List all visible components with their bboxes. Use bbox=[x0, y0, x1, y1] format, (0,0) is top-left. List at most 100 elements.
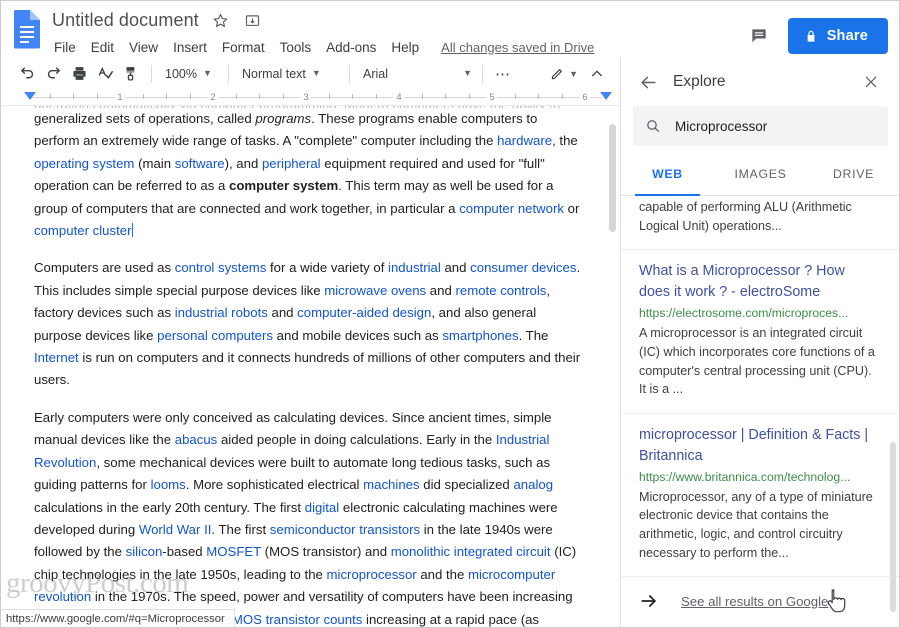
document-link[interactable]: remote controls bbox=[455, 283, 546, 298]
document-link[interactable]: abacus bbox=[175, 432, 218, 447]
document-text: generalized sets of operations, called bbox=[34, 111, 256, 126]
menu-help[interactable]: Help bbox=[384, 38, 427, 57]
menu-view[interactable]: View bbox=[122, 38, 166, 57]
google-docs-window: Untitled document File Edit View Insert … bbox=[0, 0, 900, 628]
document-link[interactable]: personal computers bbox=[157, 328, 273, 343]
document-paragraph[interactable]: Early computers were only conceived as c… bbox=[34, 407, 586, 628]
share-button[interactable]: Share bbox=[787, 18, 888, 54]
search-result-url[interactable]: https://www.britannica.com/technolog... bbox=[639, 468, 878, 486]
explore-results-list[interactable]: https://www.tutorialspoint.com/micro...M… bbox=[621, 196, 900, 628]
hide-menus-button[interactable] bbox=[584, 61, 610, 87]
spellcheck-icon[interactable] bbox=[92, 61, 118, 87]
search-input-value: Microprocessor bbox=[675, 118, 768, 134]
document-link[interactable]: consumer devices bbox=[470, 260, 576, 275]
paragraph-style-dropdown[interactable]: Normal text ▼ bbox=[236, 62, 342, 86]
document-link[interactable]: software bbox=[175, 156, 225, 171]
document-ruler[interactable]: 1 2 3 4 5 6 bbox=[0, 90, 620, 106]
paint-format-icon[interactable] bbox=[118, 61, 144, 87]
document-link[interactable]: World War II bbox=[139, 522, 212, 537]
document-link[interactable]: MOS transistor counts bbox=[232, 612, 362, 627]
document-link[interactable]: smartphones bbox=[442, 328, 518, 343]
tab-web[interactable]: WEB bbox=[621, 152, 714, 196]
document-link[interactable]: industrial bbox=[388, 260, 441, 275]
move-to-folder-icon[interactable] bbox=[243, 10, 263, 30]
menu-addons[interactable]: Add-ons bbox=[319, 38, 384, 57]
document-link[interactable]: Internet bbox=[34, 350, 79, 365]
document-link[interactable]: peripheral bbox=[262, 156, 321, 171]
zoom-value: 100% bbox=[165, 66, 197, 81]
document-pane: 100% ▼ Normal text ▼ Arial ▼ ⋯ ▼ 1 2 3 4… bbox=[0, 58, 620, 628]
document-paragraph[interactable]: generalized sets of operations, called p… bbox=[34, 108, 586, 242]
chevron-down-icon: ▼ bbox=[463, 68, 472, 78]
explore-scrollbar-thumb[interactable] bbox=[890, 442, 896, 612]
right-indent-marker[interactable] bbox=[600, 92, 612, 100]
menu-edit[interactable]: Edit bbox=[84, 38, 122, 57]
docs-logo-icon bbox=[10, 9, 42, 49]
see-all-results-link[interactable]: See all results on Google bbox=[681, 594, 828, 609]
document-link[interactable]: monolithic integrated circuit bbox=[391, 544, 551, 559]
editing-mode-button[interactable]: ▼ bbox=[546, 66, 582, 81]
document-link[interactable]: analog bbox=[513, 477, 553, 492]
menu-file[interactable]: File bbox=[52, 38, 84, 57]
document-link[interactable]: computer network bbox=[459, 201, 564, 216]
search-result-snippet: A microprocessor is an integrated circui… bbox=[639, 326, 875, 397]
document-link[interactable]: microprocessor bbox=[327, 567, 417, 582]
search-result-snippet: Microprocessor is a controlling unit of … bbox=[639, 200, 852, 233]
more-options-button[interactable]: ⋯ bbox=[490, 62, 516, 86]
menu-format[interactable]: Format bbox=[215, 38, 273, 57]
search-input[interactable]: Microprocessor bbox=[633, 106, 888, 146]
document-link[interactable]: hardware bbox=[497, 133, 552, 148]
zoom-dropdown[interactable]: 100% ▼ bbox=[159, 62, 221, 86]
document-text: or bbox=[564, 200, 580, 216]
print-icon[interactable] bbox=[66, 61, 92, 87]
undo-icon[interactable] bbox=[14, 61, 40, 87]
menu-insert[interactable]: Insert bbox=[166, 38, 215, 57]
document-paragraph[interactable]: Computers are used as control systems fo… bbox=[34, 257, 586, 391]
explore-scrollbar[interactable] bbox=[888, 196, 898, 628]
tab-drive[interactable]: DRIVE bbox=[807, 152, 900, 195]
comment-icon[interactable] bbox=[746, 23, 772, 49]
close-icon[interactable] bbox=[858, 69, 884, 95]
page-title[interactable]: Untitled document bbox=[52, 10, 199, 31]
document-link[interactable]: looms bbox=[151, 477, 186, 492]
save-status[interactable]: All changes saved in Drive bbox=[441, 40, 594, 55]
tab-images[interactable]: IMAGES bbox=[714, 152, 807, 195]
document-scrollbar[interactable] bbox=[607, 106, 618, 628]
document-link[interactable]: silicon bbox=[126, 544, 163, 559]
document-link[interactable]: digital bbox=[305, 500, 339, 515]
document-text: ), and bbox=[224, 155, 262, 171]
document-scroll-area[interactable]: operations automatically via computer pr… bbox=[0, 106, 620, 628]
document-link[interactable]: computer cluster bbox=[34, 223, 131, 238]
search-result-url[interactable]: https://electrosome.com/microproces... bbox=[639, 304, 878, 322]
document-body[interactable]: generalized sets of operations, called p… bbox=[34, 108, 586, 628]
document-page[interactable]: operations automatically via computer pr… bbox=[0, 106, 620, 628]
search-result-card[interactable]: microprocessor | Definition & Facts | Br… bbox=[621, 414, 900, 578]
back-arrow-icon[interactable] bbox=[635, 69, 661, 95]
search-result-card[interactable]: What is a Microprocessor ? How does it w… bbox=[621, 250, 900, 414]
document-link[interactable]: control systems bbox=[175, 260, 267, 275]
document-text: and bbox=[440, 260, 471, 276]
document-link[interactable]: industrial robots bbox=[175, 305, 268, 320]
document-link[interactable]: operating system bbox=[34, 156, 134, 171]
search-result-title[interactable]: microprocessor | Definition & Facts | Br… bbox=[639, 425, 878, 467]
star-icon[interactable] bbox=[211, 10, 231, 30]
menu-tools[interactable]: Tools bbox=[273, 38, 320, 57]
document-scrollbar-thumb[interactable] bbox=[609, 124, 616, 232]
document-link[interactable]: machines bbox=[363, 477, 419, 492]
font-dropdown[interactable]: Arial ▼ bbox=[357, 62, 475, 86]
document-link[interactable]: computer-aided design bbox=[297, 305, 431, 320]
ruler-number: 5 bbox=[486, 90, 498, 105]
document-link[interactable]: semiconductor bbox=[270, 522, 356, 537]
pencil-icon bbox=[550, 66, 565, 81]
document-link[interactable]: transistors bbox=[359, 522, 420, 537]
search-result-card[interactable]: https://www.tutorialspoint.com/micro...M… bbox=[621, 196, 900, 251]
left-indent-marker[interactable] bbox=[24, 92, 36, 100]
chevron-down-icon: ▼ bbox=[311, 68, 321, 78]
see-all-results-row[interactable]: See all results on Google bbox=[621, 577, 900, 625]
document-link[interactable]: MOSFET bbox=[206, 544, 261, 559]
document-link[interactable]: microwave ovens bbox=[324, 283, 426, 298]
toolbar-divider bbox=[482, 64, 483, 83]
search-result-title[interactable]: What is a Microprocessor ? How does it w… bbox=[639, 261, 878, 303]
redo-icon[interactable] bbox=[40, 61, 66, 87]
toolbar-divider bbox=[151, 64, 152, 83]
